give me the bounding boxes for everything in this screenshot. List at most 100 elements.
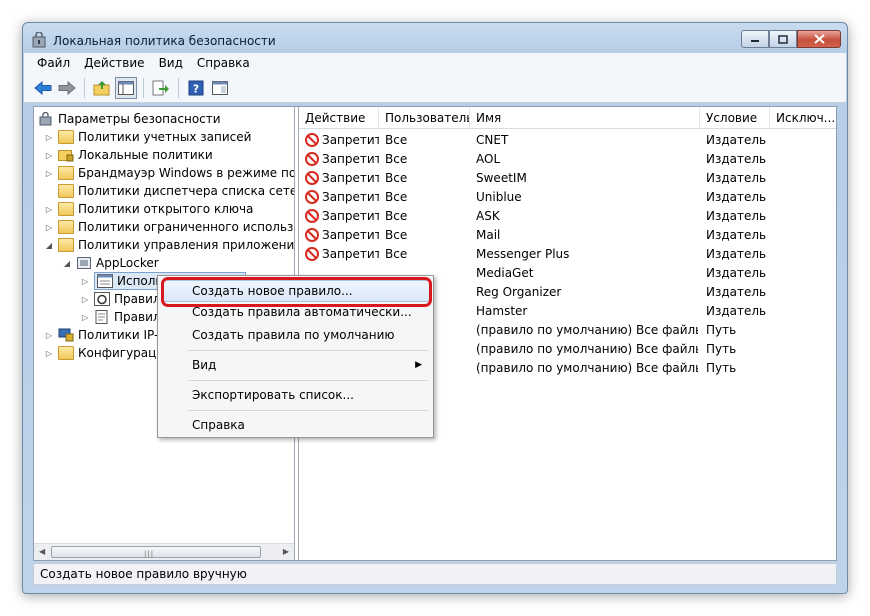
folder-icon (58, 184, 74, 198)
back-arrow-icon (34, 81, 52, 95)
collapse-arrow-icon[interactable]: ◢ (62, 259, 72, 268)
deny-icon (305, 247, 319, 261)
expand-arrow-icon[interactable]: ▷ (44, 133, 54, 142)
table-row[interactable]: ЗапретитьВсеMailИздатель (299, 226, 836, 245)
cell-user: Все (385, 228, 470, 242)
tree-item-installer-rules[interactable]: ▷ Правил (80, 290, 161, 308)
table-row[interactable]: ЗапретитьВсеMessenger PlusИздатель (299, 245, 836, 264)
cell-condition: Издатель (706, 228, 770, 242)
menu-file[interactable]: Файл (30, 56, 77, 70)
table-row[interactable]: ЗапретитьВсеUniblueИздатель (299, 188, 836, 207)
tree-horizontal-scrollbar[interactable]: ◀ ||| ▶ (34, 543, 294, 560)
cell-name: SweetIM (476, 171, 698, 185)
export-icon (152, 80, 170, 96)
cell-condition: Путь (706, 323, 770, 337)
security-policy-app-icon (32, 32, 46, 48)
column-name[interactable]: Имя (470, 107, 700, 129)
column-exceptions[interactable]: Исключ... (770, 107, 836, 129)
scroll-right-icon[interactable]: ▶ (283, 547, 289, 556)
table-row[interactable]: ЗапретитьВсеCNETИздатель (299, 131, 836, 150)
main-window: Локальная политика безопасности Файл Дей… (22, 22, 848, 594)
menu-view[interactable]: Вид (152, 56, 190, 70)
applocker-icon (76, 256, 92, 270)
tree-item-network-list[interactable]: Политики диспетчера списка сетей (58, 182, 295, 200)
expand-arrow-icon[interactable]: ▷ (44, 349, 54, 358)
expand-arrow-icon[interactable]: ▷ (44, 169, 54, 178)
back-button[interactable] (32, 77, 54, 99)
up-level-button[interactable] (91, 77, 113, 99)
table-row[interactable]: ЗапретитьВсеAOLИздатель (299, 150, 836, 169)
menu-view-submenu[interactable]: Вид ▶ (161, 354, 430, 376)
scroll-left-icon[interactable]: ◀ (39, 547, 45, 556)
cell-name: Messenger Plus (476, 247, 698, 261)
tree-root-label: Параметры безопасности (58, 112, 221, 126)
column-action[interactable]: Действие (299, 107, 379, 129)
title-bar[interactable]: Локальная политика безопасности (23, 23, 847, 53)
help-button[interactable]: ? (185, 77, 207, 99)
maximize-icon (778, 35, 788, 44)
cell-name: Hamster (476, 304, 698, 318)
tree-item-label: Правил (114, 292, 161, 306)
show-tree-button[interactable] (115, 77, 137, 99)
cell-condition: Издатель (706, 247, 770, 261)
cell-action: Запретить (322, 228, 379, 242)
menu-create-default-rules[interactable]: Создать правила по умолчанию (161, 324, 430, 346)
tree-item-public-key[interactable]: ▷ Политики открытого ключа (44, 200, 253, 218)
help-icon: ? (188, 80, 204, 96)
export-list-button[interactable] (150, 77, 172, 99)
cell-name: (правило по умолчанию) Все файлы,... (476, 323, 698, 337)
tree-item-software-restriction[interactable]: ▷ Политики ограниченного использова (44, 218, 295, 236)
cell-name: Uniblue (476, 190, 698, 204)
cell-condition: Издатель (706, 304, 770, 318)
deny-icon (305, 171, 319, 185)
expand-arrow-icon[interactable]: ▷ (80, 277, 90, 286)
table-row[interactable]: ЗапретитьВсеSweetIMИздатель (299, 169, 836, 188)
forward-arrow-icon (58, 81, 76, 95)
collapse-arrow-icon[interactable]: ◢ (44, 241, 54, 250)
toolbar-separator (84, 78, 85, 98)
expand-arrow-icon[interactable]: ▷ (80, 295, 90, 304)
menu-help[interactable]: Справка (190, 56, 257, 70)
tree-item-script-rules[interactable]: ▷ Правил (80, 308, 161, 326)
menu-view-label: Вид (192, 358, 216, 372)
maximize-button[interactable] (769, 30, 797, 48)
scrollbar-thumb[interactable]: ||| (51, 546, 261, 558)
tree-item-ip-security[interactable]: ▷ Политики IP-б (44, 326, 166, 344)
deny-icon (305, 190, 319, 204)
menu-export-list[interactable]: Экспортировать список... (161, 384, 430, 406)
expand-arrow-icon[interactable]: ▷ (80, 313, 90, 322)
menu-action[interactable]: Действие (77, 56, 151, 70)
cell-name: ASK (476, 209, 698, 223)
tree-item-account-policies[interactable]: ▷ Политики учетных записей (44, 128, 251, 146)
tree-item-applocker[interactable]: ◢ AppLocker (62, 254, 159, 272)
cell-action: Запретить (322, 152, 379, 166)
minimize-button[interactable] (741, 30, 769, 48)
tree-item-app-control[interactable]: ◢ Политики управления приложениями (44, 236, 295, 254)
properties-button[interactable] (209, 77, 231, 99)
cell-condition: Издатель (706, 152, 770, 166)
tree-item-label: Политики IP-б (78, 328, 166, 342)
show-tree-icon (118, 81, 134, 95)
toolbar: ? (24, 73, 846, 103)
tree-root[interactable]: Параметры безопасности (38, 110, 221, 128)
tree-item-label: Правил (114, 310, 161, 324)
tree-item-configuration[interactable]: ▷ Конфигурация (44, 344, 171, 362)
column-user[interactable]: Пользователь (379, 107, 470, 129)
security-settings-icon (38, 112, 54, 126)
expand-arrow-icon[interactable]: ▷ (44, 331, 54, 340)
forward-button[interactable] (56, 77, 78, 99)
close-button[interactable] (797, 30, 841, 48)
column-condition[interactable]: Условие (700, 107, 770, 129)
table-row[interactable]: ЗапретитьВсеASKИздатель (299, 207, 836, 226)
folder-icon (58, 202, 74, 216)
expand-arrow-icon[interactable]: ▷ (44, 151, 54, 160)
expand-arrow-icon[interactable]: ▷ (44, 223, 54, 232)
tree-item-label: Брандмауэр Windows в режиме повы (78, 166, 295, 180)
menu-bar: Файл Действие Вид Справка (24, 53, 846, 73)
expand-arrow-icon[interactable]: ▷ (44, 205, 54, 214)
tree-item-firewall[interactable]: ▷ Брандмауэр Windows в режиме повы (44, 164, 295, 182)
tree-item-label: Политики учетных записей (78, 130, 251, 144)
tree-item-local-policies[interactable]: ▷ Локальные политики (44, 146, 213, 164)
submenu-arrow-icon: ▶ (415, 354, 422, 376)
menu-help[interactable]: Справка (161, 414, 430, 436)
